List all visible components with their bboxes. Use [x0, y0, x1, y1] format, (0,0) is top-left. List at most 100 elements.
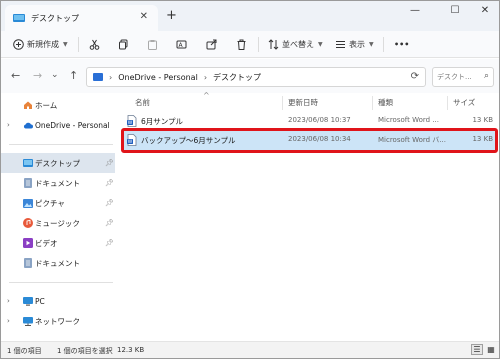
sort-button[interactable]: 並べ替え ▼ [268, 31, 323, 58]
paste-icon [148, 40, 157, 50]
tiles-view-icon[interactable]: ▦ [485, 344, 497, 355]
plus-circle-icon [13, 39, 24, 50]
chevron-down-icon: ▼ [369, 41, 374, 48]
sidebar-item-label: ドキュメント [35, 258, 80, 268]
pictures-icon [23, 198, 33, 208]
status-bar: 1 個の項目 1 個の項目を選択 12.3 KB ☰ ▦ [1, 341, 499, 358]
sidebar-item-pc[interactable]: › PC [1, 291, 115, 311]
details-view-icon[interactable]: ☰ [471, 344, 483, 355]
expand-chevron-icon[interactable]: › [7, 121, 10, 129]
scissors-icon [89, 39, 100, 50]
up-arrow-icon[interactable]: ↑ [69, 69, 78, 82]
refresh-icon[interactable]: ⟳ [411, 71, 419, 82]
toolbar-divider [258, 37, 259, 52]
file-name: 6月サンプル [141, 117, 184, 126]
word-document-icon: W [127, 115, 137, 127]
sidebar-item-videos[interactable]: ビデオ 📌︎ [1, 233, 115, 253]
forward-arrow-icon[interactable]: → [33, 69, 42, 82]
view-list-icon [336, 41, 345, 48]
rename-button[interactable]: A [176, 31, 187, 58]
search-box[interactable]: ⌕ [432, 67, 494, 87]
close-window-button[interactable]: ✕ [471, 5, 499, 19]
toolbar-divider [383, 37, 384, 52]
sidebar-divider [9, 144, 113, 145]
network-icon [23, 316, 33, 326]
sidebar-item-label: ドキュメント [35, 178, 80, 188]
search-icon[interactable]: ⌕ [484, 71, 489, 81]
column-header-type[interactable]: 種類 [378, 97, 393, 108]
breadcrumb-onedrive[interactable]: OneDrive - Personal [118, 73, 198, 82]
maximize-button[interactable]: ☐ [441, 5, 469, 19]
cut-button[interactable] [89, 31, 100, 58]
sidebar-item-onedrive[interactable]: › OneDrive - Personal [1, 115, 115, 135]
folder-icon [13, 13, 25, 23]
breadcrumb-separator: › [109, 72, 113, 82]
toolbar-divider [78, 37, 79, 52]
new-button-label: 新規作成 [27, 40, 59, 49]
documents-icon [23, 178, 33, 188]
column-divider[interactable] [447, 96, 448, 110]
trash-icon [237, 39, 246, 50]
tab-close-icon[interactable]: ✕ [140, 11, 148, 22]
tab-desktop[interactable]: デスクトップ ✕ [5, 5, 158, 31]
recent-chevron-icon[interactable]: ⌄ [51, 70, 59, 80]
address-bar[interactable]: › OneDrive - Personal › デスクトップ ⟳ [86, 67, 426, 87]
pin-icon: 📌︎ [105, 239, 114, 247]
column-header-date[interactable]: 更新日時 [288, 97, 318, 108]
sidebar-item-label: ホーム [35, 100, 58, 110]
sidebar-item-music[interactable]: ミュージック 📌︎ [1, 213, 115, 233]
svg-text:W: W [128, 120, 133, 126]
sidebar-item-label: ピクチャ [35, 198, 65, 208]
expand-chevron-icon[interactable]: › [7, 297, 10, 305]
share-icon [206, 39, 217, 50]
expand-chevron-icon[interactable]: › [7, 317, 10, 325]
sidebar-divider [9, 282, 113, 283]
search-input[interactable] [437, 69, 481, 85]
file-date: 2023/06/08 10:37 [288, 116, 351, 124]
sidebar-item-label: OneDrive - Personal [35, 120, 110, 130]
sidebar-item-label: ビデオ [35, 238, 58, 248]
view-button[interactable]: 表示 ▼ [335, 31, 374, 58]
column-header-name[interactable]: 名前 [135, 97, 150, 108]
sidebar-item-documents[interactable]: ドキュメント 📌︎ [1, 173, 115, 193]
sidebar-item-network[interactable]: › ネットワーク [1, 311, 115, 331]
highlight-annotation [121, 128, 498, 153]
pin-icon: 📌︎ [105, 159, 114, 167]
breadcrumb-desktop[interactable]: デスクトップ [213, 72, 261, 83]
back-arrow-icon[interactable]: ← [11, 69, 20, 82]
column-divider[interactable] [372, 96, 373, 110]
column-divider[interactable] [282, 96, 283, 110]
pin-icon: 📌︎ [105, 199, 114, 207]
new-button[interactable]: 新規作成 ▼ [13, 31, 68, 58]
command-bar: 新規作成 ▼ A 並べ替え ▼ 表示 ▼ ••• [1, 31, 499, 58]
sidebar-item-desktop[interactable]: デスクトップ 📌︎ [1, 153, 115, 173]
share-button[interactable] [206, 31, 217, 58]
monitor-icon [93, 73, 103, 81]
pin-icon: 📌︎ [105, 179, 114, 187]
sidebar-item-label: ネットワーク [35, 316, 80, 326]
minimize-button[interactable]: — [401, 5, 429, 19]
selected-count: 1 個の項目を選択 [57, 347, 113, 355]
more-options-button[interactable]: ••• [394, 31, 409, 58]
tab-title: デスクトップ [31, 13, 79, 23]
column-header-size[interactable]: サイズ [453, 97, 475, 108]
sidebar-item-documents-2[interactable]: ドキュメント [1, 253, 115, 273]
column-header-row: ^ 名前 更新日時 種類 サイズ [117, 91, 499, 111]
copy-icon [119, 39, 128, 50]
pc-icon [23, 296, 33, 306]
sidebar-item-label: デスクトップ [35, 158, 80, 168]
explorer-window: デスクトップ ✕ + — ☐ ✕ 新規作成 ▼ A 並べ替え ▼ 表示 ▼ ••… [0, 0, 500, 359]
file-type: Microsoft Word ... [378, 116, 439, 124]
sidebar-item-pictures[interactable]: ピクチャ 📌︎ [1, 193, 115, 213]
videos-icon [23, 238, 33, 248]
cloud-icon [23, 120, 33, 130]
item-count: 1 個の項目 [7, 347, 42, 355]
view-button-label: 表示 [349, 40, 365, 49]
new-tab-button[interactable]: + [166, 8, 177, 23]
copy-button[interactable] [118, 31, 129, 58]
paste-button[interactable] [147, 31, 158, 58]
rename-icon: A [176, 40, 187, 49]
sidebar-item-home[interactable]: ホーム [1, 95, 115, 115]
home-icon [23, 100, 33, 110]
delete-button[interactable] [236, 31, 247, 58]
